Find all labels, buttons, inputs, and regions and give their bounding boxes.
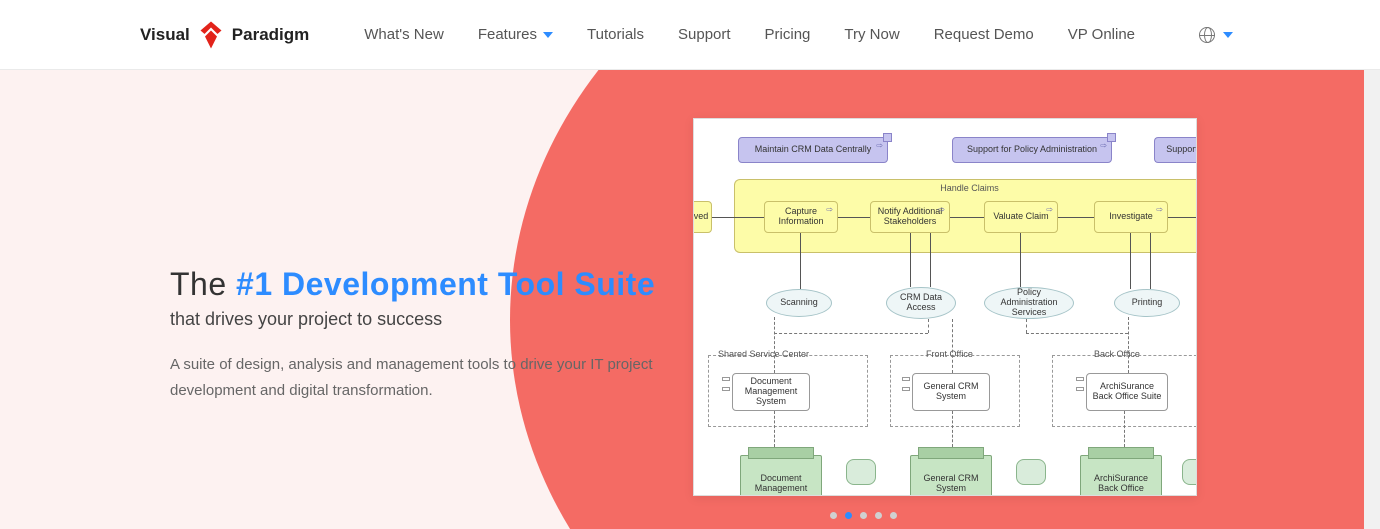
- hero-diagram: Maintain CRM Data Centrally ⇨ Support fo…: [693, 118, 1197, 496]
- chevron-down-icon: [543, 32, 553, 38]
- arrow-icon: ⇨: [1100, 142, 1107, 151]
- hero-subtitle: that drives your project to success: [170, 309, 690, 330]
- device-top: [748, 447, 814, 459]
- corner-icon: [883, 133, 892, 142]
- connector: [910, 233, 911, 287]
- connector: [774, 411, 775, 447]
- diag-green-2: General CRM System: [910, 455, 992, 496]
- arrow-icon: ⇨: [938, 206, 945, 215]
- nav-tutorials[interactable]: Tutorials: [587, 26, 644, 43]
- diag-oval-4: Printing: [1114, 289, 1180, 317]
- globe-icon: [1199, 27, 1215, 43]
- logo-icon: [196, 20, 226, 50]
- connector: [1020, 233, 1021, 287]
- arrow-icon: ⇨: [826, 206, 833, 215]
- nav-features[interactable]: Features: [478, 26, 553, 43]
- diag-yellow-3: Valuate Claim⇨: [984, 201, 1058, 233]
- carousel-dot-1[interactable]: [830, 512, 837, 519]
- connector: [1124, 411, 1125, 447]
- port-icon: [722, 377, 730, 381]
- nav-request-demo[interactable]: Request Demo: [934, 26, 1034, 43]
- arrow-icon: ⇨: [1156, 206, 1163, 215]
- port-icon: [902, 377, 910, 381]
- diag-group-title-3: Back Office: [1094, 349, 1140, 359]
- carousel-dot-3[interactable]: [860, 512, 867, 519]
- logo-text-left: Visual: [140, 25, 190, 45]
- diag-feed-3: ArchiSurance Back Office Suite: [1086, 373, 1168, 411]
- diag-green-oval-1: [846, 459, 876, 485]
- diag-oval-2: CRM Data Access: [886, 287, 956, 319]
- diag-yellow-2: Notify Additional Stakeholders⇨: [870, 201, 950, 233]
- port-icon: [722, 387, 730, 391]
- connector: [1150, 233, 1151, 289]
- corner-icon: [1107, 133, 1116, 142]
- hero-title-highlight: #1 Development Tool Suite: [236, 266, 655, 302]
- diag-green-oval-2: [1016, 459, 1046, 485]
- carousel-dots: [830, 512, 897, 519]
- arrow-icon: ⇨: [1046, 206, 1053, 215]
- nav-try-now[interactable]: Try Now: [844, 26, 899, 43]
- diag-oval-3: Policy Administration Services: [984, 287, 1074, 319]
- hero-body: A suite of design, analysis and manageme…: [170, 352, 690, 403]
- connector: [950, 217, 984, 218]
- connector: [1026, 319, 1027, 333]
- connector: [774, 317, 775, 373]
- language-switcher[interactable]: [1199, 27, 1233, 43]
- chevron-down-icon: [1223, 32, 1233, 38]
- diag-purple-3: Support f: [1154, 137, 1197, 163]
- connector: [1130, 233, 1131, 289]
- connector: [928, 319, 929, 333]
- hero-section: The #1 Development Tool Suite that drive…: [0, 70, 1380, 529]
- connector: [1026, 333, 1128, 334]
- diag-feed-1: Document Management System: [732, 373, 810, 411]
- main-nav: What's New Features Tutorials Support Pr…: [364, 26, 1233, 43]
- connector: [774, 333, 928, 334]
- page-scrollbar[interactable]: [1364, 0, 1380, 529]
- connector: [952, 411, 953, 447]
- diag-purple-1: Maintain CRM Data Centrally ⇨: [738, 137, 888, 163]
- port-icon: [902, 387, 910, 391]
- logo[interactable]: Visual Paradigm: [140, 20, 309, 50]
- device-top: [918, 447, 984, 459]
- connector: [1058, 217, 1094, 218]
- device-top: [1088, 447, 1154, 459]
- diag-group-title-2: Front Office: [926, 349, 973, 359]
- connector: [800, 233, 801, 289]
- connector: [1168, 217, 1197, 218]
- nav-vp-online[interactable]: VP Online: [1068, 26, 1135, 43]
- port-icon: [1076, 377, 1084, 381]
- port-icon: [1076, 387, 1084, 391]
- diag-group-title-1: Shared Service Center: [718, 349, 809, 359]
- hero-title: The #1 Development Tool Suite: [170, 265, 690, 303]
- diag-oval-1: Scanning: [766, 289, 832, 317]
- connector: [838, 217, 870, 218]
- diag-left-cut: ved: [693, 201, 712, 233]
- connector: [952, 319, 953, 373]
- carousel-dot-5[interactable]: [890, 512, 897, 519]
- nav-support[interactable]: Support: [678, 26, 731, 43]
- diag-yellow-4: Investigate⇨: [1094, 201, 1168, 233]
- site-header: Visual Paradigm What's New Features Tuto…: [0, 0, 1380, 70]
- carousel-dot-4[interactable]: [875, 512, 882, 519]
- diag-purple-2: Support for Policy Administration ⇨: [952, 137, 1112, 163]
- diag-green-oval-3: [1182, 459, 1197, 485]
- hero-text: The #1 Development Tool Suite that drive…: [170, 265, 690, 403]
- logo-text-right: Paradigm: [232, 25, 309, 45]
- carousel-dot-2[interactable]: [845, 512, 852, 519]
- arrow-icon: ⇨: [876, 142, 883, 151]
- nav-whats-new[interactable]: What's New: [364, 26, 444, 43]
- connector: [712, 217, 764, 218]
- hero-title-prefix: The: [170, 266, 236, 302]
- connector: [930, 233, 931, 287]
- diag-green-1: Document Management: [740, 455, 822, 496]
- diag-handle-title: Handle Claims: [735, 183, 1197, 193]
- nav-pricing[interactable]: Pricing: [765, 26, 811, 43]
- connector: [1128, 317, 1129, 373]
- diag-green-3: ArchiSurance Back Office: [1080, 455, 1162, 496]
- diag-feed-2: General CRM System: [912, 373, 990, 411]
- diag-yellow-1: Capture Information⇨: [764, 201, 838, 233]
- nav-features-label: Features: [478, 26, 537, 43]
